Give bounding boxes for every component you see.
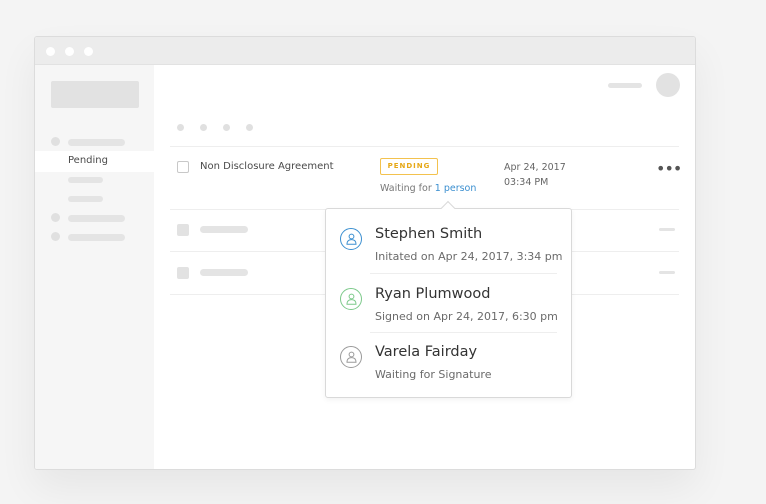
document-date: Apr 24, 2017 03:34 PM: [504, 160, 566, 190]
close-window-button[interactable]: [46, 47, 55, 56]
user-icon: [340, 346, 362, 368]
document-name[interactable]: Non Disclosure Agreement: [200, 161, 334, 172]
signer-divider: [370, 332, 557, 333]
avatar[interactable]: [656, 73, 680, 97]
waiting-text: Waiting for 1 person: [380, 183, 476, 194]
sidebar-item-icon: [51, 137, 60, 146]
sidebar-item-label: Pending: [68, 155, 108, 166]
signer-status: Initated on Apr 24, 2017, 3:34 pm: [375, 250, 563, 263]
sidebar-item-placeholder[interactable]: [68, 215, 125, 222]
user-icon: [340, 288, 362, 310]
more-options-button[interactable]: •••: [656, 159, 682, 178]
signer-name: Stephen Smith: [375, 226, 483, 242]
signer-divider: [370, 273, 557, 274]
window-titlebar: [35, 37, 695, 65]
sidebar-item-pending[interactable]: Pending: [35, 151, 154, 172]
minimize-window-button[interactable]: [65, 47, 74, 56]
toolbar-dot[interactable]: [200, 124, 207, 131]
waiting-person-link[interactable]: 1 person: [435, 183, 477, 194]
sidebar-item-icon: [51, 232, 60, 241]
row-action-placeholder[interactable]: [659, 271, 675, 274]
header-username-placeholder: [608, 83, 642, 88]
sidebar-subitem-placeholder[interactable]: [68, 177, 103, 183]
toolbar-dot[interactable]: [177, 124, 184, 131]
maximize-window-button[interactable]: [84, 47, 93, 56]
user-icon: [340, 228, 362, 250]
row-action-placeholder[interactable]: [659, 228, 675, 231]
document-date-time: 03:34 PM: [504, 177, 549, 188]
sidebar-item-placeholder[interactable]: [68, 139, 125, 146]
row-title-placeholder: [200, 269, 248, 276]
sidebar-item-placeholder[interactable]: [68, 234, 125, 241]
signer-name: Varela Fairday: [375, 344, 478, 360]
toolbar-dot[interactable]: [223, 124, 230, 131]
signer-status: Waiting for Signature: [375, 368, 492, 381]
signer-name: Ryan Plumwood: [375, 286, 491, 302]
status-badge: PENDING: [380, 158, 438, 175]
row-checkbox[interactable]: [177, 267, 189, 279]
table-divider: [170, 146, 679, 147]
sidebar: Pending: [35, 65, 154, 469]
row-checkbox[interactable]: [177, 224, 189, 236]
sidebar-item-icon: [51, 213, 60, 222]
signer-status: Signed on Apr 24, 2017, 6:30 pm: [375, 310, 558, 323]
sidebar-subitem-placeholder[interactable]: [68, 196, 103, 202]
waiting-prefix: Waiting for: [380, 183, 435, 194]
row-title-placeholder: [200, 226, 248, 233]
toolbar-dot[interactable]: [246, 124, 253, 131]
signers-popover: Stephen Smith Initated on Apr 24, 2017, …: [325, 200, 572, 398]
logo-placeholder: [51, 81, 139, 108]
document-date-day: Apr 24, 2017: [504, 162, 566, 173]
row-checkbox[interactable]: [177, 161, 189, 173]
